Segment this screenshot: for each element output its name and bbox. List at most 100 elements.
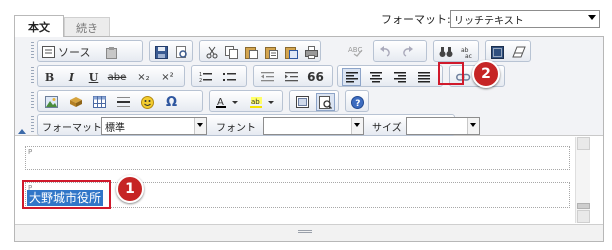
font-combo-label: フォント [216,123,256,134]
content-paragraph-1[interactable]: P [25,146,570,170]
toolbar-group-select [485,40,531,62]
toolbar-group-styles: フォーマット 標準 フォント サイズ [37,114,480,136]
image-button[interactable] [42,93,61,111]
select-all-button[interactable] [488,43,507,61]
toolbar-group-tools [289,90,339,112]
about-button[interactable]: ? [348,93,367,111]
redo-icon [403,46,413,57]
print-button[interactable] [302,43,321,61]
special-char-button[interactable]: Ω [162,93,181,111]
justify-button[interactable] [414,68,433,86]
scroll-up-button[interactable] [577,137,590,150]
tab-continued-label: 続き [76,21,98,35]
strikethrough-button[interactable]: abe [106,68,128,86]
toolbar-collapse-icon[interactable] [18,129,26,134]
indent-icon [285,72,298,82]
numbered-list-button[interactable]: 12 [196,68,215,86]
toolbar-group-about: ? [345,90,369,112]
save-button[interactable] [152,43,171,61]
paste-from-template-button[interactable] [102,43,121,61]
horizontal-rule-button[interactable] [114,93,133,111]
maximize-icon [296,96,309,108]
table-icon [93,96,106,108]
format-combo[interactable]: 標準 [101,117,207,135]
align-center-button[interactable] [366,68,385,86]
remove-format-button[interactable] [509,43,528,61]
svg-text:ac: ac [465,53,472,59]
font-combo-button[interactable] [351,118,363,134]
indent-button[interactable] [282,68,301,86]
font-combo[interactable] [263,117,364,135]
toolbar-grip [31,67,34,85]
resize-grip-icon[interactable] [298,230,312,233]
text-color-button[interactable]: A [214,93,242,111]
eraser-icon [511,46,526,58]
select-all-icon [491,45,504,59]
align-right-button[interactable] [390,68,409,86]
undo-button[interactable] [376,43,395,61]
paste-button[interactable] [242,43,261,61]
toolbar-group-insert: Ω [37,90,203,112]
smiley-button[interactable] [138,93,157,111]
blockquote-button[interactable]: 66 [306,68,325,86]
replace-button[interactable]: ab ac [457,43,476,61]
tab-main-text[interactable]: 本文 [14,15,64,37]
outdent-button[interactable] [258,68,277,86]
horizontal-rule-icon [117,97,130,107]
toolbar-group-align [337,65,443,87]
redo-button[interactable] [398,43,417,61]
format-select[interactable]: リッチテキスト [450,10,600,28]
background-color-button[interactable]: ab [248,93,278,111]
bulleted-list-icon [223,73,236,81]
maximize-button[interactable] [293,93,312,111]
omega-icon: Ω [165,94,178,110]
superscript-button[interactable]: ×² [158,68,177,86]
tab-continued[interactable]: 続き [64,17,110,37]
italic-button[interactable]: I [62,68,81,86]
copy-button[interactable] [222,43,241,61]
justify-icon [417,71,430,82]
table-button[interactable] [90,93,109,111]
subscript-button[interactable]: ×₂ [134,68,153,86]
cut-button[interactable] [202,43,221,61]
bold-button[interactable]: B [40,68,59,86]
content-scrollbar[interactable] [575,137,590,223]
bulleted-list-button[interactable] [220,68,239,86]
paragraph-tag-label: P [28,148,33,156]
callout-badge-1: 1 [116,175,144,203]
format-select-value: リッチテキスト [454,15,524,27]
underline-button[interactable]: U [84,68,103,86]
paste-word-button[interactable] [282,43,301,61]
svg-text:2: 2 [199,78,202,83]
align-center-icon [369,71,382,82]
spellcheck-button[interactable]: ABC [346,42,365,60]
toolbar-group-find: ab ac [433,40,479,62]
toolbar-group-clipboard [199,40,321,62]
text-color-icon: A [216,97,238,108]
scroll-thumb[interactable] [577,203,590,209]
size-combo-button[interactable] [467,118,479,134]
highlight-box-selection [22,180,111,209]
preview-icon [176,45,187,58]
flash-button[interactable] [66,93,85,111]
source-button[interactable]: ソース [40,43,100,61]
print-icon [305,45,318,59]
paste-text-button[interactable] [262,43,281,61]
format-combo-label: フォーマット [42,123,102,134]
svg-text:?: ? [355,99,360,109]
toolbar-row-4: フォーマット 標準 フォント サイズ [15,114,603,138]
toolbar-grip [31,42,34,60]
align-left-button[interactable] [342,68,361,86]
show-blocks-button[interactable] [316,93,335,111]
size-combo-label: サイズ [372,123,402,134]
toolbar-grip [31,116,34,134]
chevron-down-icon [588,15,596,20]
scroll-down-button[interactable] [577,210,590,223]
size-combo[interactable] [406,117,480,135]
find-button[interactable] [436,43,455,61]
chevron-down-icon [197,123,203,127]
toolbar-row-2: B I U abe ×₂ ×² 12 66 [15,65,603,89]
preview-button[interactable] [172,43,191,61]
format-combo-button[interactable] [194,118,206,134]
copy-icon [225,45,238,59]
